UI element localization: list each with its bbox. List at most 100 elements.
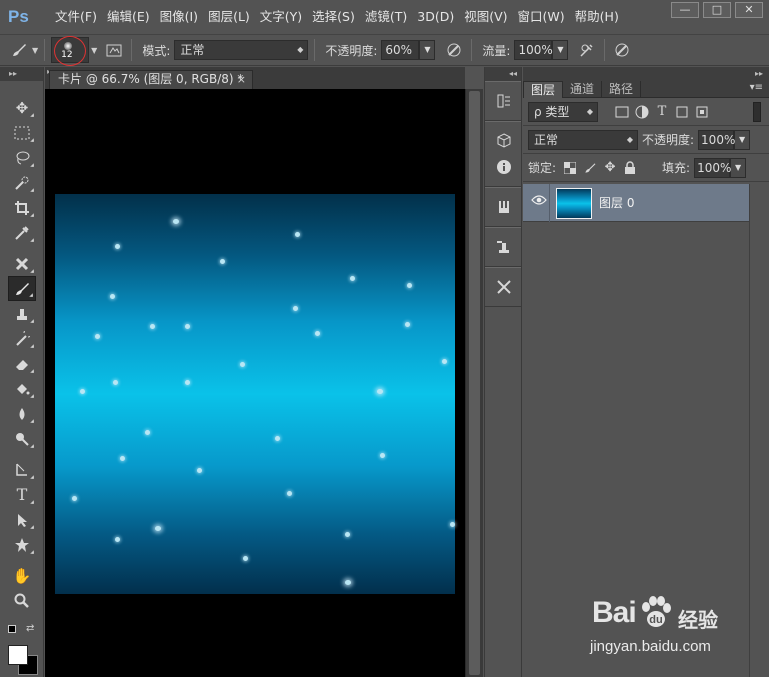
brush-preset-picker[interactable]: 12	[51, 36, 90, 66]
brush-presets-icon[interactable]	[489, 194, 519, 220]
canvas-area[interactable]	[45, 89, 465, 677]
eyedropper-tool-icon[interactable]	[8, 220, 36, 245]
tab-channels[interactable]: 通道	[563, 81, 603, 98]
type-tool-icon[interactable]: T	[8, 482, 36, 507]
filter-shape-icon[interactable]	[672, 103, 692, 121]
opacity-input[interactable]: 60%	[381, 40, 420, 60]
brush-tool-icon[interactable]	[8, 276, 36, 301]
sparkle-dot	[145, 430, 150, 435]
menu-file[interactable]: 文件(F)	[50, 6, 102, 28]
menu-view[interactable]: 视图(V)	[459, 6, 512, 28]
fill-input[interactable]: 100%	[694, 157, 731, 178]
fill-arrow-icon[interactable]: ▼	[730, 157, 747, 178]
scrollbar-thumb[interactable]	[469, 91, 480, 675]
menu-filter[interactable]: 滤镜(T)	[360, 6, 412, 28]
tool-presets-icon[interactable]	[489, 274, 519, 300]
path-selection-tool-icon[interactable]	[8, 507, 36, 532]
close-document-icon[interactable]: ×	[237, 71, 246, 88]
default-colors-icon[interactable]	[8, 625, 16, 633]
brush-picker-arrow-icon[interactable]: ▼	[91, 46, 97, 55]
layer-row[interactable]: 图层 0	[523, 184, 749, 222]
sparkle-dot	[293, 306, 298, 311]
swap-colors-icon[interactable]: ⇄	[26, 623, 34, 634]
custom-shape-tool-icon[interactable]	[8, 532, 36, 557]
move-tool-icon[interactable]: ✥	[8, 95, 36, 120]
layer-thumbnail[interactable]	[556, 188, 592, 219]
opacity-dropdown-arrow-icon[interactable]: ▼	[419, 40, 436, 60]
menu-help[interactable]: 帮助(H)	[570, 6, 624, 28]
airbrush-icon[interactable]	[576, 39, 598, 61]
tool-preset-arrow-icon[interactable]: ▼	[32, 46, 38, 55]
blend-mode-select[interactable]: 正常 ◆	[528, 129, 638, 150]
brush-tool-preset-icon[interactable]	[8, 39, 30, 61]
filter-type-icon[interactable]: T	[652, 103, 672, 121]
menu-select[interactable]: 选择(S)	[307, 6, 360, 28]
visibility-eye-icon[interactable]	[531, 194, 547, 210]
sparkle-dot	[405, 322, 410, 327]
history-panel-icon[interactable]	[489, 88, 519, 114]
sparkle-dot	[155, 526, 161, 531]
healing-brush-tool-icon[interactable]	[8, 251, 36, 276]
lock-pixels-icon[interactable]	[580, 159, 600, 177]
filter-toggle[interactable]	[753, 102, 761, 122]
menu-layer[interactable]: 图层(L)	[203, 6, 255, 28]
divider	[549, 184, 550, 222]
mini-panel-collapse-icon[interactable]: ◂◂	[485, 67, 521, 81]
dodge-tool-icon[interactable]	[8, 426, 36, 451]
menu-edit[interactable]: 编辑(E)	[102, 6, 155, 28]
sparkle-dot	[115, 244, 120, 249]
brush-panel-toggle-icon[interactable]	[103, 39, 125, 61]
menu-window[interactable]: 窗口(W)	[513, 6, 570, 28]
layer-opacity-input[interactable]: 100%	[698, 129, 735, 150]
filter-smart-object-icon[interactable]	[692, 103, 712, 121]
lasso-tool-icon[interactable]	[8, 145, 36, 170]
panel-menu-icon[interactable]: ▾≡	[750, 82, 763, 93]
hand-tool-icon[interactable]: ✋	[8, 563, 36, 588]
pressure-opacity-icon[interactable]	[443, 39, 465, 61]
filter-pixel-icon[interactable]	[612, 103, 632, 121]
crop-tool-icon[interactable]	[8, 195, 36, 220]
info-panel-icon[interactable]	[489, 154, 519, 180]
minimize-button[interactable]: —	[671, 2, 699, 18]
flow-input[interactable]: 100%	[514, 40, 553, 60]
close-button[interactable]: ✕	[735, 2, 763, 18]
quick-selection-tool-icon[interactable]	[8, 170, 36, 195]
tools-panel-collapse-icon[interactable]: ▸▸	[0, 67, 43, 81]
updown-arrow-icon: ◆	[626, 134, 633, 144]
flow-label: 流量:	[482, 43, 511, 58]
layer-name[interactable]: 图层 0	[599, 194, 634, 211]
pen-tool-icon[interactable]	[8, 457, 36, 482]
pressure-size-icon[interactable]	[611, 39, 633, 61]
menu-type[interactable]: 文字(Y)	[255, 6, 307, 28]
lock-all-icon[interactable]	[620, 159, 640, 177]
maximize-button[interactable]: □	[703, 2, 731, 18]
filter-adjustment-icon[interactable]	[632, 103, 652, 121]
marquee-tool-icon[interactable]	[8, 120, 36, 145]
history-brush-tool-icon[interactable]	[8, 326, 36, 351]
blur-tool-icon[interactable]	[8, 401, 36, 426]
document-image[interactable]	[55, 194, 455, 594]
tab-paths[interactable]: 路径	[602, 81, 642, 98]
menu-3d[interactable]: 3D(D)	[412, 6, 459, 28]
menu-image[interactable]: 图像(I)	[155, 6, 203, 28]
canvas-scrollbar[interactable]	[465, 89, 483, 677]
layer-filter-select[interactable]: ρ 类型 ◆	[528, 101, 598, 122]
flow-dropdown-arrow-icon[interactable]: ▼	[552, 40, 569, 60]
mode-select[interactable]: 正常 ◆	[174, 40, 309, 60]
tab-layers[interactable]: 图层	[523, 81, 564, 98]
clone-stamp-tool-icon[interactable]	[8, 301, 36, 326]
clone-source-icon[interactable]	[489, 234, 519, 260]
paint-bucket-tool-icon[interactable]	[8, 376, 36, 401]
layer-opacity-arrow-icon[interactable]: ▼	[734, 129, 751, 150]
lock-transparent-icon[interactable]	[560, 159, 580, 177]
document-tab[interactable]: 卡片 @ 66.7% (图层 0, RGB/8) * ×	[49, 70, 253, 89]
layers-panel-collapse-icon[interactable]: ▸▸	[523, 67, 769, 81]
eraser-tool-icon[interactable]	[8, 351, 36, 376]
blend-mode-value: 正常	[534, 132, 559, 147]
3d-panel-icon[interactable]	[489, 128, 519, 154]
sparkle-dot	[287, 491, 292, 496]
tools-panel: ▸▸ ✥ T ✋ ⇄	[0, 67, 44, 677]
foreground-color-swatch[interactable]	[8, 645, 28, 665]
zoom-tool-icon[interactable]	[8, 588, 36, 613]
lock-position-icon[interactable]: ✥	[600, 159, 620, 177]
